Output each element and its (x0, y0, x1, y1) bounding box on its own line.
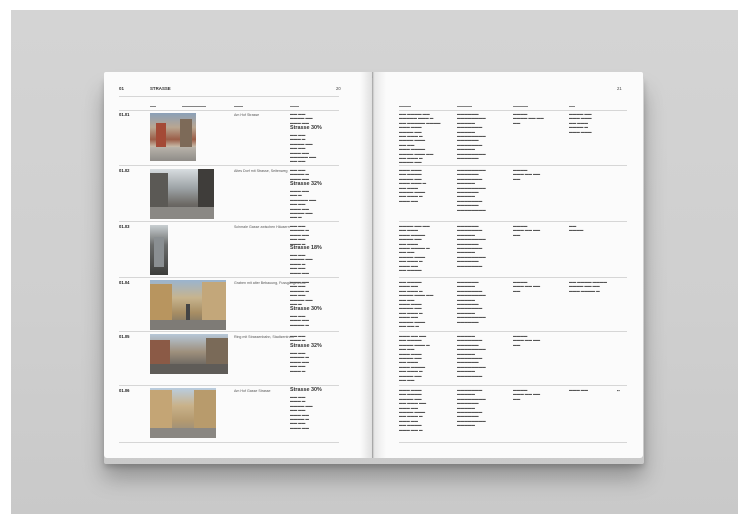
extra-list: ▬▬ ▬▬▬▬ (569, 224, 584, 233)
row-stats: ▬▬ ▬▬ ▬▬▬▬ ▬▬ ▬▬▬ ▬▬ (290, 112, 313, 125)
source-list: ▬▬ ▬▬▬▬ ▬▬ ▬▬▬▬▬ ▬▬▬ ▬ ▬▬ ▬▬▬▬▬ ▬▬▬▬ ▬▬▬ ▬▬… (399, 112, 441, 165)
row-highlight: Strasse 32% (290, 343, 322, 349)
row-rule (119, 442, 339, 443)
reference-list: ▬▬▬▬▬▬▬▬▬▬▬▬▬▬▬▬▬▬▬▬▬▬▬▬▬▬▬▬▬▬▬▬▬▬▬▬▬▬▬▬… (457, 334, 486, 378)
column-head-3: ▬▬▬▬▬ (513, 104, 528, 108)
note-list: ▬▬▬▬ ▬▬▬ ▬▬ ▬▬ ▬▬ (513, 224, 541, 237)
source-list: ▬▬▬▬ ▬▬ ▬▬ ▬▬ ▬▬▬ ▬▬▬ ▬▬▬▬ ▬▬▬▬ ▬▬ ▬▬ ▬▬▬ ▬▬▬… (399, 224, 430, 273)
row-id: 01.02 (119, 168, 130, 173)
note-list: ▬▬▬▬ ▬▬▬▬ ▬▬ ▬▬ ▬▬ (513, 112, 544, 125)
source-list: ▬▬▬ ▬▬ ▬▬ ▬▬ ▬▬▬▬ ▬▬▬▬ ▬▬▬ ▬ ▬▬ ▬▬ ▬▬▬ ▬▬▬ ▬▬… (399, 334, 430, 383)
column-head-4: ▬▬▬ (290, 104, 299, 108)
source-list: ▬▬▬ ▬▬▬ ▬▬ ▬▬▬▬ ▬▬▬▬ ▬▬ ▬▬▬ ▬▬▬ ▬ ▬▬ ▬▬▬ ▬▬▬▬… (399, 168, 427, 203)
right-page: 21 ▬▬▬▬ ▬▬▬▬▬ ▬▬▬▬▬ ▬▬ ▬▬ ▬▬▬▬ ▬▬ ▬▬▬▬▬ ▬… (373, 72, 643, 458)
page-number-right: 21 (617, 86, 622, 91)
street-photo (150, 334, 228, 374)
left-page: 01 STRASSE 20 ▬▬ ▬▬▬▬▬▬▬▬ ▬▬▬ ▬▬▬ 01.01 … (104, 72, 372, 458)
row-stats: ▬▬ ▬▬ ▬▬▬▬ ▬ ▬▬▬ ▬▬ ▬▬ ▬▬ ▬▬▬ ▬ (290, 224, 309, 246)
column-head-1: ▬▬▬▬ (399, 104, 411, 108)
row-caption: Schmale Gasse zwischen Häusern (234, 225, 290, 229)
row-rule (399, 442, 627, 443)
row-rule (119, 277, 339, 278)
row-stats: ▬▬▬ ▬▬ ▬▬ ▬▬ ▬▬▬▬ ▬ ▬▬ ▬▬ ▬▬▬▬ ▬▬ ▬▬ ▬ (290, 280, 313, 307)
row-id: 01.06 (119, 388, 130, 393)
row-stats-more: ▬▬ ▬▬ ▬▬▬▬ ▬ ▬▬▬ ▬▬ ▬▬ ▬▬ ▬▬▬ ▬ (290, 351, 309, 373)
row-stats-more: ▬▬ ▬▬ ▬▬▬ ▬ ▬▬▬▬ ▬▬ ▬▬ ▬▬ ▬▬▬ ▬▬ ▬▬▬▬▬ ▬▬ ▬▬ ▬… (290, 133, 317, 164)
row-highlight: Strasse 30% (290, 306, 322, 312)
street-photo (150, 169, 214, 219)
chapter-number: 01 (119, 86, 124, 91)
row-highlight: Strasse 32% (290, 181, 322, 187)
note-list: ▬▬▬▬ ▬▬▬ ▬▬ ▬▬ ▬▬ (513, 168, 541, 181)
column-head-2: ▬▬▬▬▬ (457, 104, 472, 108)
source-list: ▬▬ ▬▬▬▬ ▬▬▬ ▬▬ ▬▬ ▬▬▬ ▬ ▬▬▬▬ ▬▬▬ ▬▬ ▬▬ ▬▬ ▬▬▬… (399, 280, 434, 329)
source-list: ▬▬▬ ▬▬▬ ▬▬ ▬▬▬▬ ▬▬▬▬ ▬▬ ▬▬ ▬▬▬ ▬▬ ▬▬▬ ▬▬ ▬▬▬▬… (399, 388, 427, 432)
row-stats: ▬▬ ▬▬ ▬▬▬ ▬ ▬▬▬▬ ▬▬ ▬▬ ▬▬ ▬▬▬ ▬▬ ▬▬▬▬ ▬ ▬▬ ▬▬ ▬… (290, 395, 313, 430)
row-caption: Am Hof Gasse Strasse (234, 389, 271, 393)
row-rule (399, 221, 627, 222)
reference-list: ▬▬▬▬▬▬▬▬▬▬▬▬▬▬▬▬▬▬▬▬▬▬▬▬▬▬▬▬▬▬▬▬▬▬▬▬▬▬▬▬… (457, 280, 486, 324)
chapter-title: STRASSE (150, 86, 171, 91)
column-head-3: ▬▬▬ (234, 104, 243, 108)
extra-list: ▬▬ ▬▬▬▬ ▬▬▬▬ ▬▬▬▬ ▬▬ ▬▬ ▬▬▬ ▬▬▬▬ ▬ (569, 280, 607, 293)
row-rule (399, 277, 627, 278)
row-rule (119, 331, 339, 332)
street-photo (150, 113, 196, 161)
extra-list: ▬▬▬ ▬▬ (569, 388, 588, 392)
row-stats-more: ▬▬▬ ▬▬ ▬▬ ▬ ▬▬▬▬▬ ▬▬ ▬▬ ▬▬ ▬▬▬ ▬▬ ▬▬▬▬ ▬▬ ▬▬ ▬ (290, 189, 317, 220)
row-stats-more: ▬▬ ▬▬ ▬▬▬ ▬▬ ▬▬▬▬ ▬ (290, 314, 309, 327)
column-rule (399, 110, 627, 111)
row-caption: Altes Dorf mit Strasse, Seitenweg (234, 169, 288, 173)
page-number-left: 20 (336, 86, 341, 91)
header-rule (119, 96, 339, 97)
reference-list: ▬▬▬▬▬▬▬▬▬▬▬▬▬▬▬▬▬▬▬▬▬▬▬▬▬▬▬▬▬▬▬▬▬▬▬▬▬▬▬▬… (457, 168, 486, 212)
row-rule (119, 385, 339, 386)
row-highlight: Strasse 30% (290, 125, 322, 131)
reference-list: ▬▬▬▬▬▬▬▬▬▬▬▬▬▬▬▬▬▬▬▬▬▬▬▬▬▬▬▬▬▬▬▬▬▬▬▬▬▬▬▬… (457, 112, 486, 161)
row-rule (399, 385, 627, 386)
note-list: ▬▬▬▬ ▬▬▬ ▬▬ ▬▬ ▬▬ (513, 334, 541, 347)
row-caption: Am Hof Strasse (234, 113, 260, 117)
column-rule (119, 110, 339, 111)
street-photo (150, 388, 216, 438)
row-rule (119, 221, 339, 222)
street-photo (150, 225, 168, 275)
row-highlight: Strasse 30% (290, 387, 322, 393)
row-id: 01.05 (119, 334, 130, 339)
row-id: 01.04 (119, 280, 130, 285)
note-list: ▬▬▬▬ ▬▬▬ ▬▬ ▬▬ ▬▬ (513, 388, 541, 401)
corner-mark: ▪▪ (617, 388, 620, 393)
row-rule (119, 165, 339, 166)
reference-list: ▬▬▬▬▬▬▬▬▬▬▬▬▬▬▬▬▬▬▬▬▬▬▬▬▬▬▬▬▬▬▬▬▬▬▬▬▬▬▬▬… (457, 388, 486, 428)
row-stats-more: ▬▬ ▬▬ ▬▬▬▬ ▬▬ ▬▬▬ ▬ ▬▬ ▬▬ ▬▬▬ ▬▬ (290, 253, 313, 275)
row-id: 01.03 (119, 224, 130, 229)
row-rule (399, 331, 627, 332)
column-head-2: ▬▬▬▬▬▬▬▬ (182, 104, 206, 108)
row-caption: Ring mit Strassenbahn, Stadtzentrum (234, 335, 294, 339)
column-head-1: ▬▬ (150, 104, 156, 108)
row-stats: ▬▬ ▬▬ ▬▬▬ ▬ (290, 334, 306, 343)
reference-list: ▬▬▬▬▬▬▬▬▬▬▬▬▬▬▬▬▬▬▬▬▬▬▬▬▬▬▬▬▬▬▬▬▬▬▬▬▬▬▬▬… (457, 224, 486, 268)
row-highlight: Strasse 18% (290, 245, 322, 251)
column-head-4: ▬▬ (569, 104, 575, 108)
note-list: ▬▬▬▬ ▬▬▬ ▬▬ ▬▬ ▬▬ (513, 280, 541, 293)
row-stats: ▬▬ ▬▬ ▬▬▬▬ ▬ ▬▬▬ ▬▬ (290, 168, 309, 181)
extra-list: ▬▬▬▬ ▬▬ ▬▬▬ ▬▬▬ ▬▬ ▬▬▬ ▬▬▬▬ ▬ ▬▬▬ ▬▬▬ (569, 112, 592, 134)
row-id: 01.01 (119, 112, 130, 117)
row-rule (399, 165, 627, 166)
street-photo (150, 280, 226, 330)
